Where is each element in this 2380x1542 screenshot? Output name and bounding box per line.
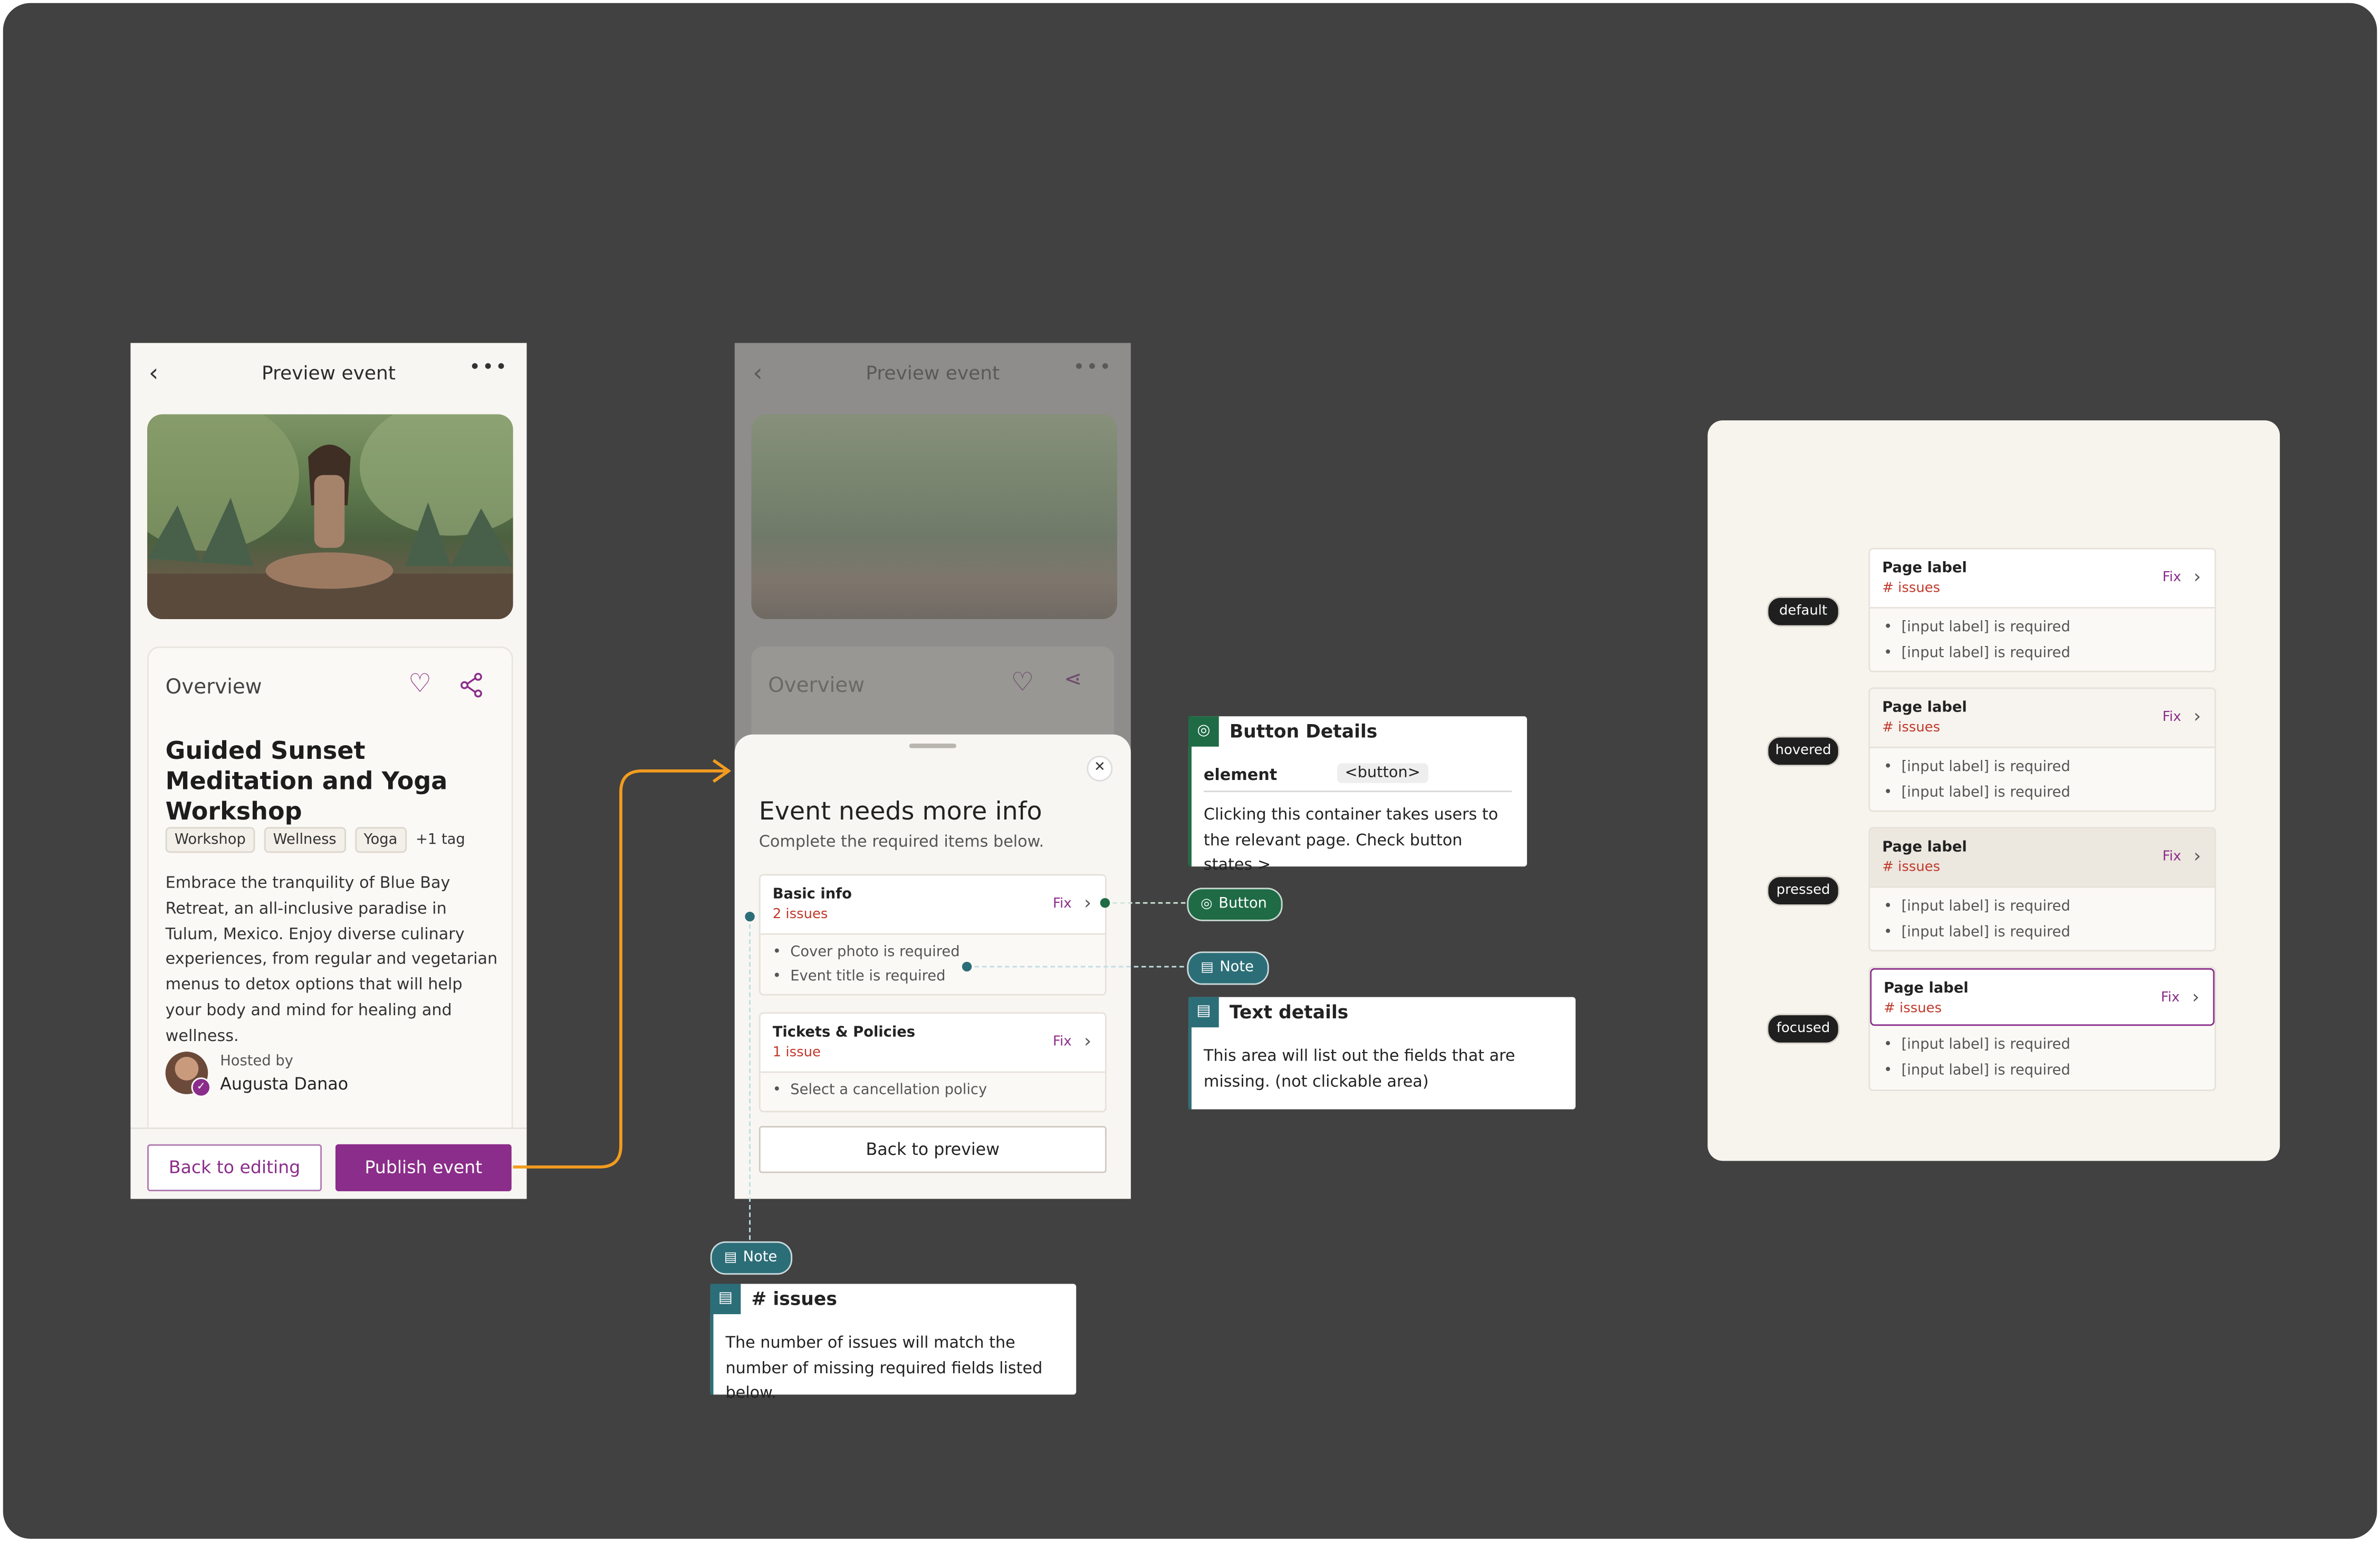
target-icon: ◎: [1201, 897, 1213, 912]
button-annotation-pill: ◎ Button: [1187, 888, 1282, 921]
missing-field-item: • [input label] is required: [1884, 644, 2070, 662]
chevron-right-icon: ›: [2193, 566, 2201, 587]
issues-count: # issues: [1884, 1001, 1942, 1017]
missing-field-item: • [input label] is required: [1884, 924, 2070, 941]
page-label: Page label: [1882, 560, 1967, 577]
state-label-hovered: hovered: [1767, 736, 1840, 767]
annotation-text: Clicking this container takes users to t…: [1203, 806, 1499, 874]
state-card-default: Page label # issues Fix › • [input label…: [1868, 547, 2216, 672]
missing-field-item: • [input label] is required: [1884, 784, 2070, 802]
fix-label: Fix: [2161, 991, 2180, 1006]
divider: [1203, 791, 1512, 793]
issues-count: # issues: [1882, 581, 1941, 596]
missing-field-item: • [input label] is required: [1884, 1036, 2070, 1054]
chevron-right-icon: ›: [2193, 706, 2201, 727]
fix-label: Fix: [2162, 850, 2182, 865]
section-header-button[interactable]: Page label # issues Fix ›: [1870, 968, 2215, 1026]
state-card-focused: Page label # issues Fix › • [input label…: [1868, 967, 2216, 1091]
section-header-button[interactable]: Page label # issues Fix ›: [1870, 689, 2215, 748]
issues-count: # issues: [1882, 720, 1941, 736]
annotation-text: The number of issues will match the numb…: [725, 1334, 1043, 1402]
note-icon: ▤: [1201, 960, 1214, 976]
element-label: element: [1203, 766, 1278, 785]
issues-count: # issues: [1882, 860, 1941, 876]
state-label-default: default: [1767, 596, 1840, 627]
chevron-right-icon: ›: [2193, 845, 2201, 867]
fix-label: Fix: [2162, 710, 2182, 726]
state-card-pressed: Page label # issues Fix › • [input label…: [1868, 827, 2216, 952]
state-label-pressed: pressed: [1767, 875, 1840, 906]
note-icon: ▤: [724, 1250, 737, 1266]
text-details-annotation: ▤ Text details This area will list out t…: [1188, 997, 1576, 1110]
button-details-annotation: ◎ Button Details element <button> Clicki…: [1188, 716, 1527, 874]
page-label: Page label: [1882, 839, 1967, 856]
issues-note-pill: ▤ Note: [710, 1241, 793, 1275]
issues-note-annotation: ▤ # issues The number of issues will mat…: [710, 1284, 1077, 1402]
annotation-text: This area will list out the fields that …: [1203, 1047, 1515, 1091]
missing-field-item: • [input label] is required: [1884, 898, 2070, 915]
missing-field-item: • [input label] is required: [1884, 619, 2070, 636]
target-icon: ◎: [1188, 716, 1219, 747]
state-card-hovered: Page label # issues Fix › • [input label…: [1868, 687, 2216, 812]
fix-label: Fix: [2162, 570, 2182, 586]
annotation-title: Text details: [1229, 1001, 1349, 1023]
element-value: <button>: [1337, 763, 1428, 783]
chevron-right-icon: ›: [2192, 986, 2200, 1008]
section-header-button[interactable]: Page label # issues Fix ›: [1870, 549, 2215, 609]
note-icon: ▤: [1188, 997, 1219, 1028]
annotation-title: Button Details: [1229, 720, 1378, 743]
annotation-title: # issues: [751, 1288, 837, 1310]
page-label: Page label: [1884, 980, 1969, 997]
note-annotation-pill: ▤ Note: [1187, 951, 1269, 985]
note-icon: ▤: [710, 1284, 741, 1315]
missing-field-item: • [input label] is required: [1884, 758, 2070, 776]
state-label-focused: focused: [1767, 1014, 1840, 1044]
section-header-button[interactable]: Page label # issues Fix ›: [1870, 828, 2215, 888]
page-label: Page label: [1882, 699, 1967, 717]
missing-field-item: • [input label] is required: [1884, 1062, 2070, 1079]
